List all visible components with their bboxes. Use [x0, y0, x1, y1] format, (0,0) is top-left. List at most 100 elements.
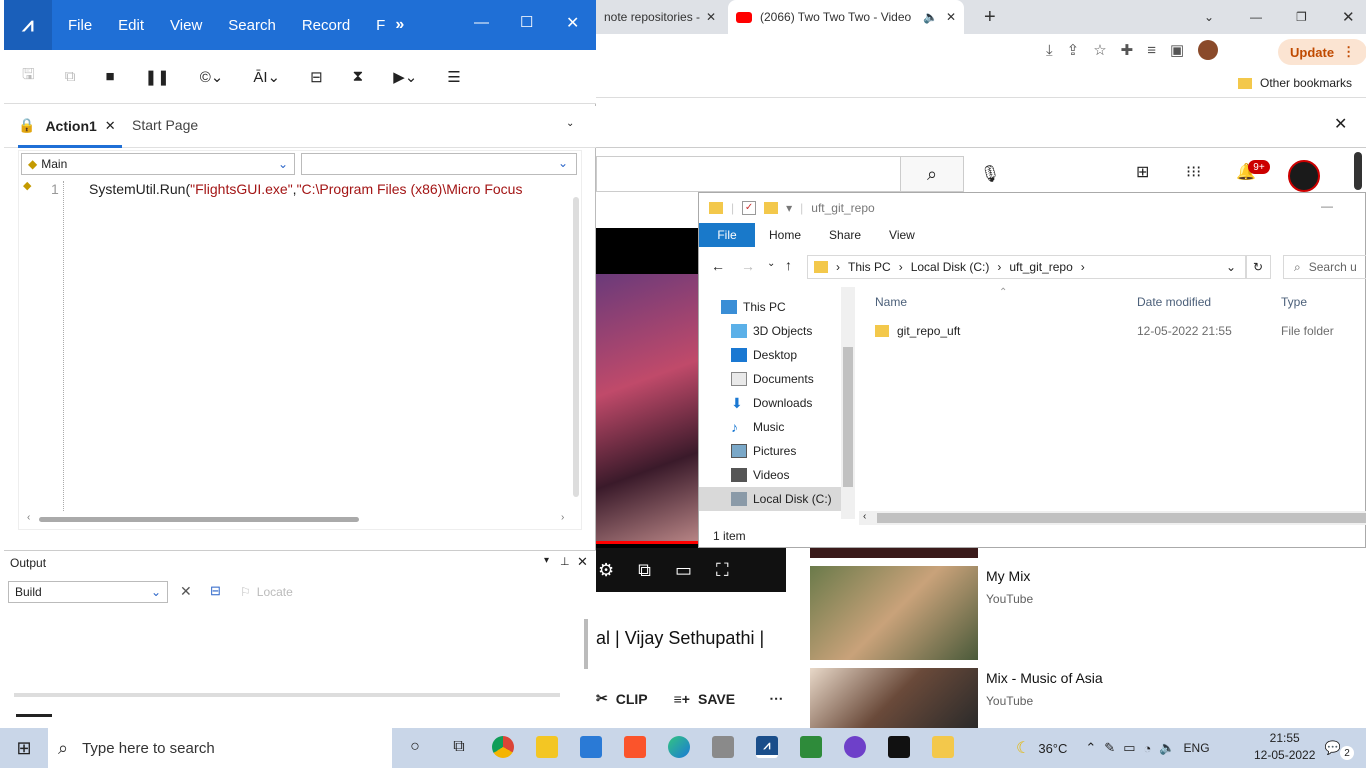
up-icon[interactable]: ↑: [785, 257, 792, 273]
scope-dropdown[interactable]: ◆ Main ⌄: [21, 153, 295, 175]
breadcrumb-this-pc[interactable]: This PC: [848, 260, 891, 274]
pane-menu-icon[interactable]: ▾: [544, 555, 549, 566]
chevron-down-icon[interactable]: ⌄: [1226, 260, 1236, 274]
close-icon[interactable]: ✕: [1334, 114, 1347, 134]
close-window-icon[interactable]: ✕: [1334, 0, 1363, 34]
chevron-down-icon[interactable]: ⌄: [558, 156, 568, 170]
new-tab-icon[interactable]: +: [976, 0, 1004, 34]
back-icon[interactable]: ←: [711, 258, 725, 274]
task-view-icon[interactable]: ⧉: [448, 736, 470, 758]
rec-title[interactable]: My Mix: [986, 568, 1030, 584]
output-hscrollbar[interactable]: [14, 693, 560, 697]
windows-start-icon[interactable]: ⊞: [0, 728, 48, 768]
nav-3d-objects[interactable]: 3D Objects: [699, 319, 855, 343]
new-folder-icon[interactable]: [764, 202, 779, 214]
remote-desktop-icon[interactable]: [712, 736, 734, 758]
pin-icon[interactable]: ⊥: [560, 555, 570, 568]
restore-icon[interactable]: ❐: [1288, 0, 1315, 34]
sidepanel-icon[interactable]: ▣: [1170, 41, 1184, 59]
record-mode-icon[interactable]: ©⌄: [200, 68, 224, 86]
cortana-icon[interactable]: ○: [404, 736, 426, 758]
vscode-icon[interactable]: [580, 736, 602, 758]
excel-icon[interactable]: [800, 736, 822, 758]
clip-button[interactable]: CLIP: [616, 691, 648, 707]
github-icon[interactable]: [844, 736, 866, 758]
apps-icon[interactable]: ⁝⁝⁝: [1186, 162, 1201, 182]
menu-record[interactable]: Record: [302, 17, 350, 34]
other-bookmarks[interactable]: Other bookmarks: [1238, 76, 1352, 90]
sticky-notes-icon[interactable]: [536, 736, 558, 758]
close-icon[interactable]: ✕: [105, 118, 116, 134]
scroll-left-icon[interactable]: ‹: [863, 511, 866, 522]
word-wrap-icon[interactable]: ⊟: [210, 583, 221, 599]
fullscreen-icon[interactable]: ⛶: [716, 560, 729, 581]
maximize-icon[interactable]: ☐: [520, 13, 533, 31]
menu-search[interactable]: Search: [228, 17, 276, 34]
settings-icon[interactable]: ⚙: [598, 560, 614, 581]
clear-icon[interactable]: ✕: [180, 583, 192, 600]
weather-icon[interactable]: ☾: [1016, 738, 1030, 758]
extensions-icon[interactable]: ✚: [1121, 41, 1134, 59]
column-name[interactable]: Name: [875, 295, 907, 309]
video-title[interactable]: al | Vijay Sethupathi |: [596, 628, 764, 649]
nav-desktop[interactable]: Desktop: [699, 343, 855, 367]
file-explorer-icon[interactable]: [932, 736, 954, 758]
close-icon[interactable]: ✕: [577, 554, 588, 570]
star-icon[interactable]: ☆: [1093, 41, 1106, 59]
create-icon[interactable]: ⊞: [1136, 162, 1149, 182]
forward-icon[interactable]: →: [741, 258, 755, 274]
properties-icon[interactable]: ✓: [742, 201, 757, 215]
ribbon-tab-home[interactable]: Home: [769, 228, 801, 242]
theater-icon[interactable]: ▭: [675, 560, 692, 581]
microphone-icon[interactable]: 🎙: [976, 160, 1004, 188]
video-progress[interactable]: [596, 541, 700, 544]
miniplayer-icon[interactable]: ⧉: [638, 560, 651, 581]
wifi-icon[interactable]: ◔: [1144, 741, 1152, 756]
share-icon[interactable]: ⇪: [1067, 41, 1080, 59]
output-scrollbar[interactable]: [584, 619, 588, 669]
horizontal-scrollbar[interactable]: ‹ ›: [27, 512, 571, 525]
checkpoint-icon[interactable]: ⧗: [353, 68, 364, 85]
ribbon-tab-view[interactable]: View: [889, 228, 915, 242]
save-icon[interactable]: 🖫: [22, 64, 35, 89]
language-indicator[interactable]: ENG: [1184, 741, 1210, 755]
output-source-select[interactable]: Build ⌄: [8, 581, 168, 603]
breadcrumb-uft-git-repo[interactable]: uft_git_repo: [1009, 260, 1072, 274]
nav-local-disk[interactable]: Local Disk (C:): [699, 487, 855, 511]
uft-taskbar-icon[interactable]: ⩘: [756, 736, 778, 758]
list-icon[interactable]: ☰: [447, 68, 460, 86]
chrome-tab-youtube[interactable]: (2066) Two Two Two - Video 🔈 ✕: [728, 0, 964, 34]
show-hidden-icon[interactable]: ⌃: [1085, 740, 1096, 756]
rec-title[interactable]: Mix - Music of Asia: [986, 670, 1103, 686]
chrome-icon[interactable]: [492, 736, 514, 758]
pause-icon[interactable]: ❚❚: [145, 68, 170, 86]
rec-thumbnail[interactable]: [810, 566, 978, 660]
temperature[interactable]: 36°C: [1038, 741, 1067, 756]
minimize-icon[interactable]: —: [1321, 199, 1333, 213]
scroll-right-icon[interactable]: ›: [561, 512, 564, 523]
ribbon-tab-share[interactable]: Share: [829, 228, 861, 242]
horizontal-scrollbar[interactable]: ‹: [859, 511, 1366, 525]
procedure-dropdown[interactable]: ⌄: [301, 153, 577, 175]
rec-thumbnail[interactable]: [810, 548, 978, 558]
column-date[interactable]: Date modified: [1137, 295, 1211, 309]
scrollbar-thumb[interactable]: [1354, 152, 1362, 190]
breadcrumb-local-disk[interactable]: Local Disk (C:): [911, 260, 990, 274]
save-button[interactable]: SAVE: [698, 691, 735, 707]
close-icon[interactable]: ✕: [946, 10, 956, 24]
menu-file[interactable]: File: [68, 17, 92, 34]
channel-avatar[interactable]: [1288, 160, 1320, 192]
nav-documents[interactable]: Documents: [699, 367, 855, 391]
battery-icon[interactable]: ▭: [1123, 740, 1135, 756]
minimize-icon[interactable]: —: [1242, 0, 1270, 34]
nav-pictures[interactable]: Pictures: [699, 439, 855, 463]
video-player[interactable]: [596, 228, 700, 548]
close-icon[interactable]: ✕: [566, 13, 579, 33]
search-icon[interactable]: ⌕: [900, 156, 964, 192]
refresh-icon[interactable]: ↻: [1245, 255, 1271, 279]
tabs-dropdown-icon[interactable]: ⌄: [566, 118, 574, 129]
rec-thumbnail[interactable]: [810, 668, 978, 728]
chevron-down-icon[interactable]: ⌄: [278, 157, 288, 171]
edge-icon[interactable]: [668, 736, 690, 758]
tab-action1[interactable]: 🔒 Action1 ✕: [18, 106, 122, 148]
